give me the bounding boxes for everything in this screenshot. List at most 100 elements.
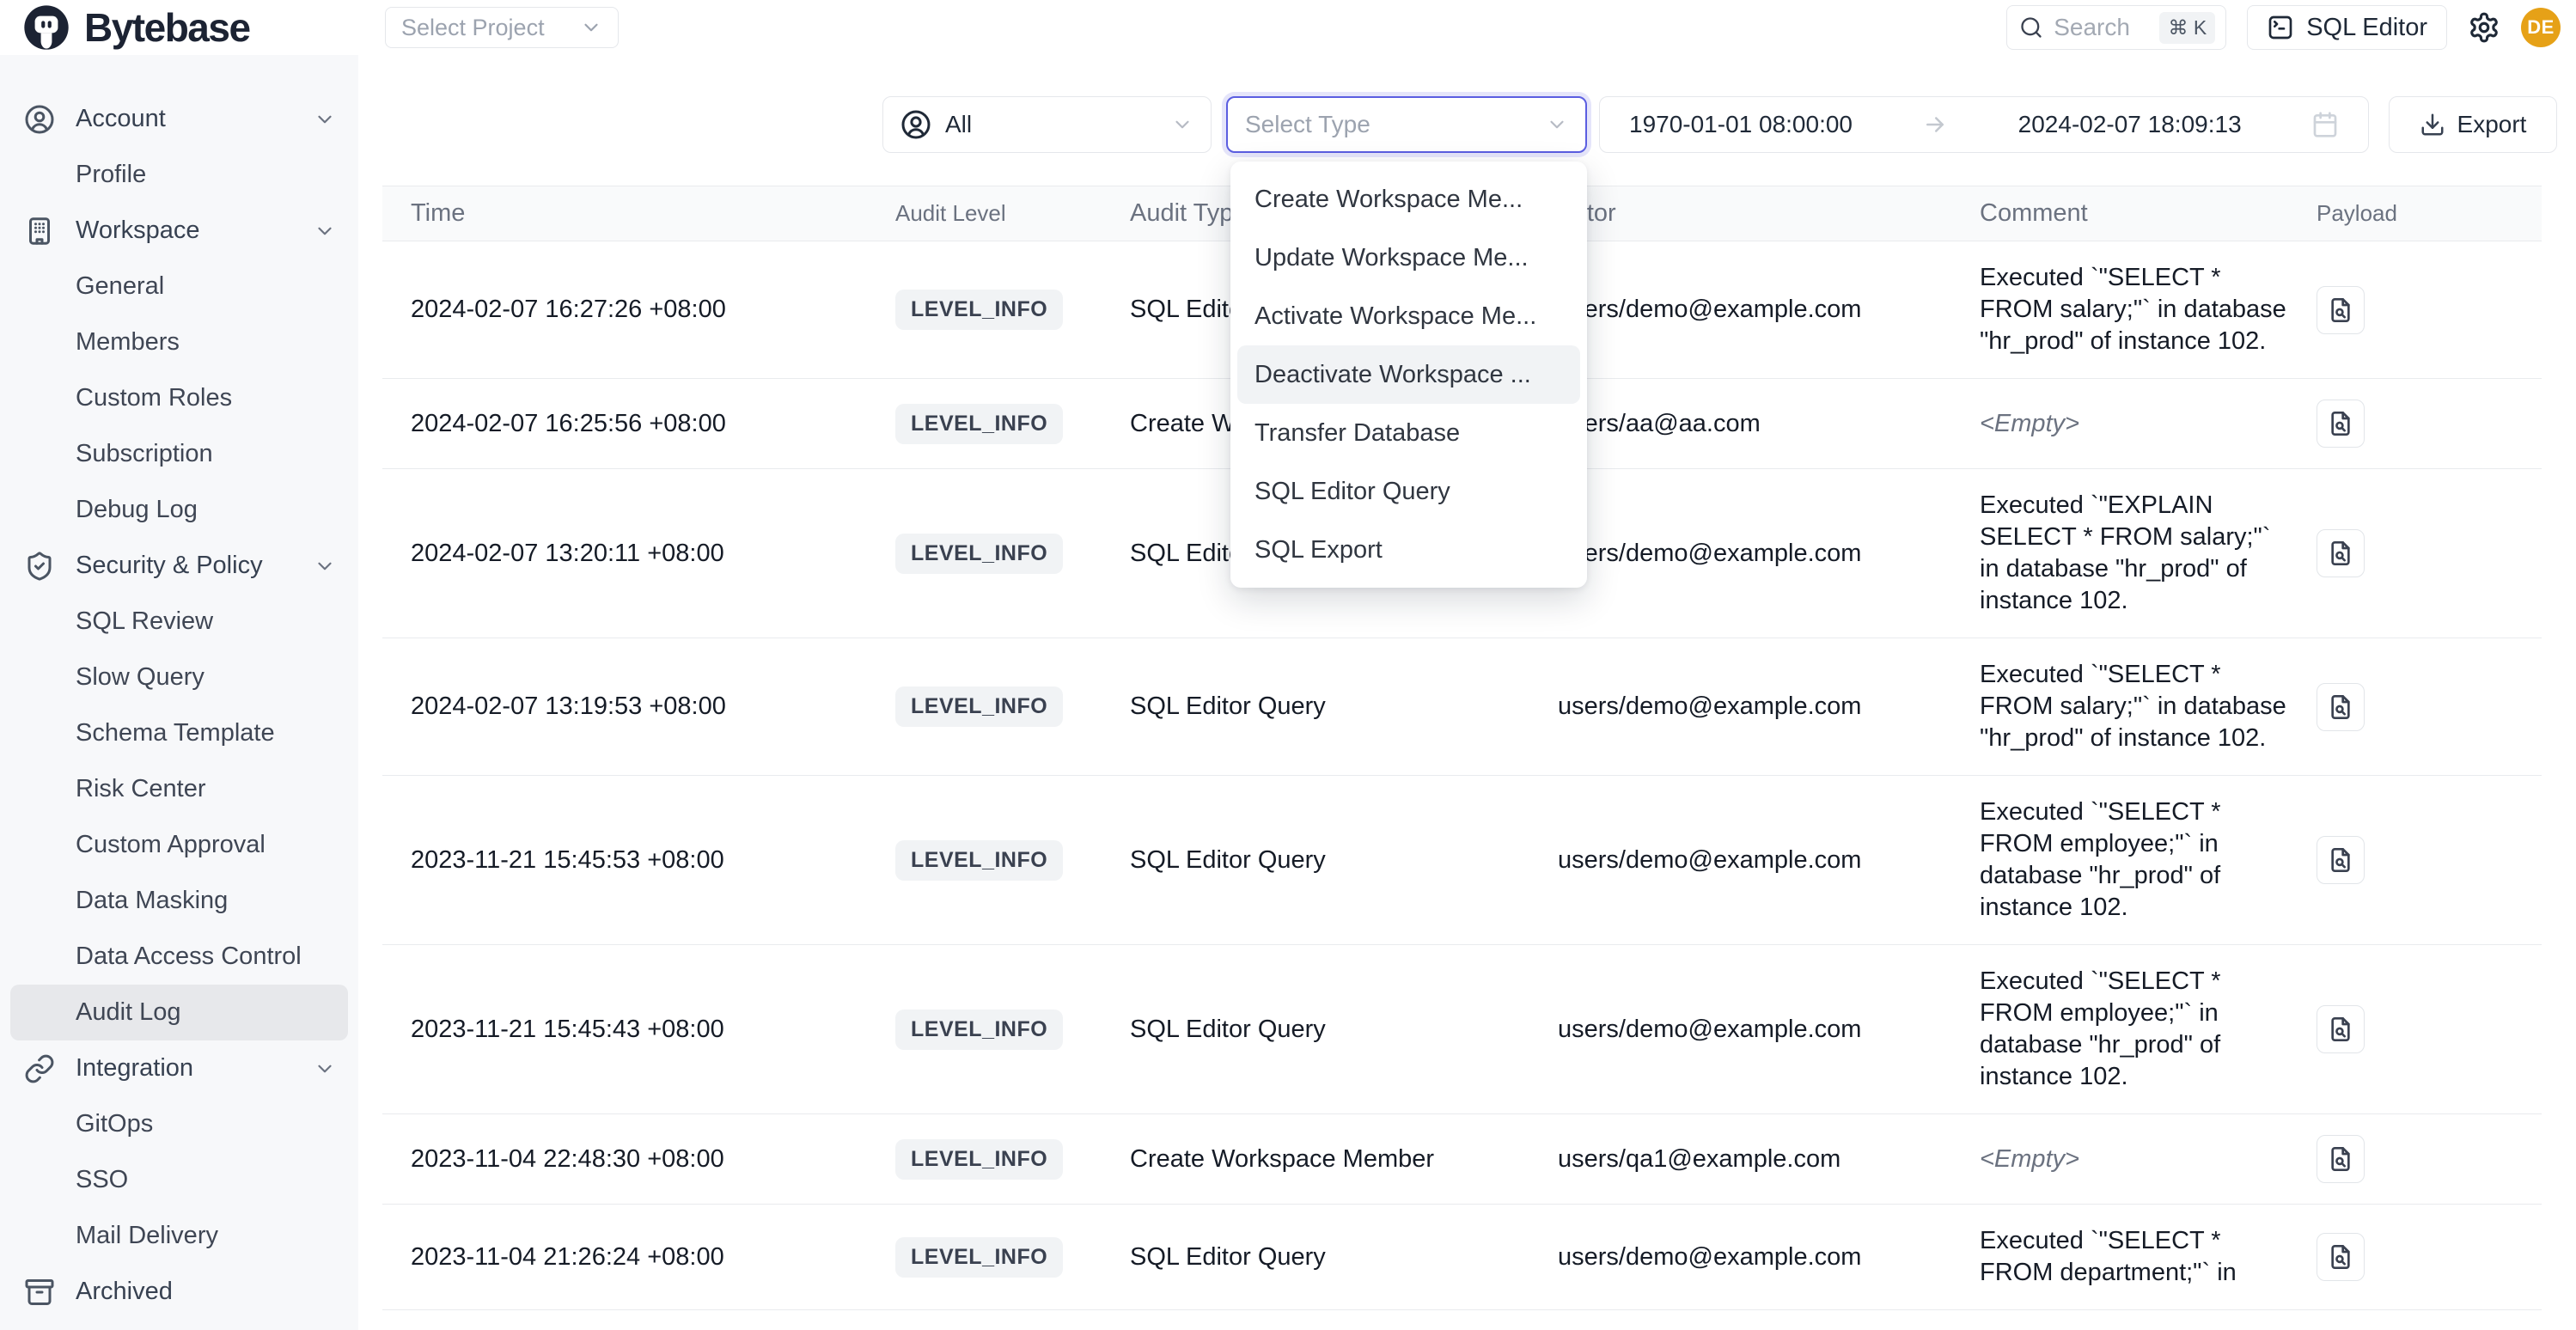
sidebar-item-label: Audit Log <box>76 998 181 1027</box>
sidebar-item-label: GitOps <box>76 1110 153 1138</box>
cell-actor: users/demo@example.com <box>1558 540 1980 568</box>
file-search-icon <box>2327 296 2354 324</box>
shield-check-icon <box>24 551 55 582</box>
type-filter-select[interactable]: Select Type <box>1226 96 1587 153</box>
type-dropdown-menu: Create Workspace Me...Update Workspace M… <box>1230 162 1587 588</box>
brand[interactable]: Bytebase <box>22 3 250 52</box>
chevron-down-icon <box>314 220 336 242</box>
cell-payload <box>2317 529 2542 577</box>
payload-view-button[interactable] <box>2317 683 2365 731</box>
project-select[interactable]: Select Project <box>385 7 619 48</box>
gear-icon[interactable] <box>2468 11 2500 44</box>
cell-time: 2024-02-07 16:25:56 +08:00 <box>382 410 895 438</box>
sidebar-item-gitops[interactable]: GitOps <box>10 1096 348 1152</box>
payload-view-button[interactable] <box>2317 1233 2365 1281</box>
sidebar-item-schema-template[interactable]: Schema Template <box>10 705 348 761</box>
type-option-sql-editor-query[interactable]: SQL Editor Query <box>1237 462 1580 521</box>
payload-view-button[interactable] <box>2317 286 2365 334</box>
cell-actor: users/aa@aa.com <box>1558 410 1980 438</box>
sidebar-item-mail-delivery[interactable]: Mail Delivery <box>10 1208 348 1264</box>
sidebar-item-label: Members <box>76 328 180 357</box>
sql-editor-button[interactable]: SQL Editor <box>2247 5 2447 50</box>
sidebar-item-label: General <box>76 272 164 301</box>
sidebar-item-general[interactable]: General <box>10 259 348 314</box>
payload-view-button[interactable] <box>2317 1005 2365 1053</box>
cell-comment: Executed `"SELECT * FROM department;"` i… <box>1980 1225 2317 1289</box>
sidebar-item-data-access-control[interactable]: Data Access Control <box>10 929 348 985</box>
bytebase-logo-icon <box>22 3 70 52</box>
cell-audit-level: LEVEL_INFO <box>895 1139 1130 1180</box>
level-badge: LEVEL_INFO <box>895 1237 1063 1278</box>
user-circle-icon <box>24 104 55 135</box>
sidebar-item-debug-log[interactable]: Debug Log <box>10 482 348 538</box>
search-shortcut-badge: ⌘ K <box>2159 12 2215 44</box>
sidebar-item-label: SQL Review <box>76 607 213 636</box>
sidebar-item-workspace[interactable]: Workspace <box>10 203 348 259</box>
payload-view-button[interactable] <box>2317 1135 2365 1183</box>
audit-log-page: Bytebase Select Project Search ⌘ K SQL E… <box>0 0 2576 1330</box>
sidebar-item-audit-log[interactable]: Audit Log <box>10 985 348 1040</box>
level-badge: LEVEL_INFO <box>895 1010 1063 1050</box>
sidebar-item-label: Mail Delivery <box>76 1222 218 1250</box>
payload-view-button[interactable] <box>2317 400 2365 448</box>
type-option-activate-workspace-me[interactable]: Activate Workspace Me... <box>1237 287 1580 345</box>
sidebar-item-slow-query[interactable]: Slow Query <box>10 650 348 705</box>
type-option-create-workspace-me[interactable]: Create Workspace Me... <box>1237 170 1580 229</box>
sidebar-item-sso[interactable]: SSO <box>10 1152 348 1208</box>
payload-view-button[interactable] <box>2317 529 2365 577</box>
payload-view-button[interactable] <box>2317 836 2365 884</box>
search-placeholder: Search <box>2054 14 2149 41</box>
column-header-audit-level: Audit Level <box>895 200 1130 227</box>
sidebar-item-account[interactable]: Account <box>10 91 348 147</box>
table-row: 2023-11-21 15:45:53 +08:00LEVEL_INFOSQL … <box>382 776 2542 945</box>
cell-audit-type: SQL Editor Query <box>1130 1243 1558 1272</box>
table-row: 2023-11-21 15:45:43 +08:00LEVEL_INFOSQL … <box>382 945 2542 1114</box>
sidebar-item-members[interactable]: Members <box>10 314 348 370</box>
column-header-comment: Comment <box>1980 198 2317 229</box>
type-option-transfer-database[interactable]: Transfer Database <box>1237 404 1580 462</box>
sidebar-item-profile[interactable]: Profile <box>10 147 348 203</box>
actor-filter-value: All <box>945 111 1157 138</box>
sidebar-item-subscription[interactable]: Subscription <box>10 426 348 482</box>
date-range-picker[interactable]: 1970-01-01 08:00:00 2024-02-07 18:09:13 <box>1599 96 2369 153</box>
actor-filter-select[interactable]: All <box>882 96 1212 153</box>
cell-actor: users/demo@example.com <box>1558 692 1980 721</box>
sql-editor-label: SQL Editor <box>2306 14 2427 42</box>
cell-time: 2023-11-04 21:26:24 +08:00 <box>382 1243 895 1272</box>
sidebar-item-risk-center[interactable]: Risk Center <box>10 761 348 817</box>
cell-comment: <Empty> <box>1980 1144 2317 1175</box>
date-from-value: 1970-01-01 08:00:00 <box>1629 111 1853 138</box>
sidebar-item-custom-approval[interactable]: Custom Approval <box>10 817 348 873</box>
level-badge: LEVEL_INFO <box>895 686 1063 727</box>
avatar[interactable]: DE <box>2521 8 2561 47</box>
file-search-icon <box>2327 540 2354 567</box>
search-icon <box>2019 15 2043 40</box>
sidebar-item-sql-review[interactable]: SQL Review <box>10 594 348 650</box>
chevron-down-icon <box>314 1058 336 1080</box>
date-to-value: 2024-02-07 18:09:13 <box>2018 111 2242 138</box>
chevron-down-icon <box>1171 113 1193 136</box>
cell-audit-level: LEVEL_INFO <box>895 534 1130 574</box>
cell-payload <box>2317 1233 2542 1281</box>
sidebar-item-label: Security & Policy <box>76 552 263 580</box>
chevron-down-icon <box>314 555 336 577</box>
sidebar-item-custom-roles[interactable]: Custom Roles <box>10 370 348 426</box>
column-header-actor: Actor <box>1558 199 1980 228</box>
sidebar-item-label: Subscription <box>76 440 213 468</box>
cell-actor: users/demo@example.com <box>1558 846 1980 875</box>
export-button[interactable]: Export <box>2389 96 2557 153</box>
cell-actor: users/demo@example.com <box>1558 296 1980 324</box>
type-option-deactivate-workspace[interactable]: Deactivate Workspace ... <box>1237 345 1580 404</box>
type-option-update-workspace-me[interactable]: Update Workspace Me... <box>1237 229 1580 287</box>
cell-comment: <Empty> <box>1980 408 2317 440</box>
sidebar-item-security-policy[interactable]: Security & Policy <box>10 538 348 594</box>
table-row: 2023-11-04 22:48:30 +08:00LEVEL_INFOCrea… <box>382 1114 2542 1205</box>
sidebar-item-data-masking[interactable]: Data Masking <box>10 873 348 929</box>
cell-audit-level: LEVEL_INFO <box>895 1237 1130 1278</box>
cell-time: 2024-02-07 13:20:11 +08:00 <box>382 540 895 568</box>
sidebar-item-integration[interactable]: Integration <box>10 1040 348 1096</box>
sidebar-item-archived[interactable]: Archived <box>10 1264 348 1320</box>
type-option-sql-export[interactable]: SQL Export <box>1237 521 1580 579</box>
cell-comment: Executed `"SELECT * FROM salary;"` in da… <box>1980 659 2317 754</box>
search-input[interactable]: Search ⌘ K <box>2006 5 2226 50</box>
